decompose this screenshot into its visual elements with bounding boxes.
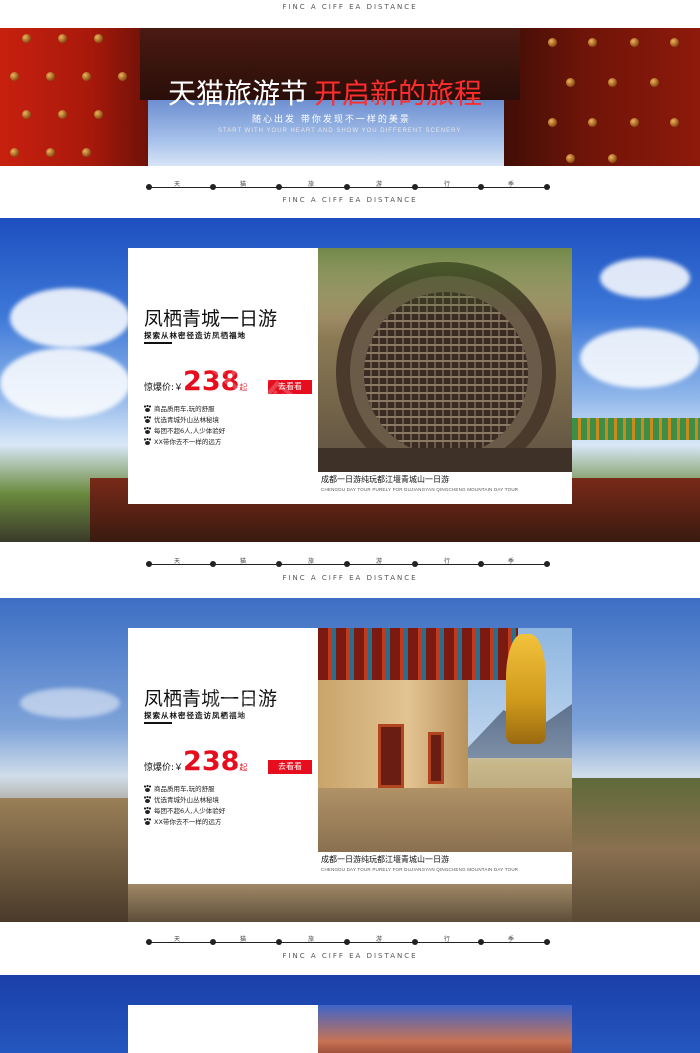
divider-label: 行 (444, 558, 451, 565)
go-see-button[interactable]: 去看看 (268, 380, 312, 394)
divider-tagline: FINC A CIFF EA DISTANCE (282, 952, 418, 960)
feature-item: 每团不超6人,人少体验好 (144, 806, 225, 817)
divider-label: 季 (508, 936, 515, 943)
price-row: 惊爆价:￥238起 (144, 746, 247, 777)
divider-label: 游 (376, 936, 383, 943)
paw-icon (144, 416, 151, 423)
product-title: 凤栖青城一日游 (144, 308, 278, 330)
paw-icon (144, 818, 151, 825)
feature-list: 商品质用车,玩的舒服 优选青城外山丛林秘境 每团不超6人,人少体验好 XX带你去… (144, 784, 225, 828)
price-value: 238 (183, 746, 240, 777)
price-suffix: 起 (239, 383, 248, 392)
product-subtitle: 探索从林密径造访凤栖福地 (144, 711, 246, 720)
divider-label: 天 (174, 936, 181, 943)
price-value: 238 (183, 366, 240, 397)
divider-tagline: FINC A CIFF EA DISTANCE (282, 574, 418, 582)
feature-item: 优选青城外山丛林秘境 (144, 415, 225, 426)
product-section-3 (0, 975, 700, 1053)
section-divider: 天 猫 旅 游 行 季 (146, 936, 550, 948)
photo-caption: 成都一日游纯玩都江堰青城山一日游 CHENGDU DAY TOUR PURELY… (318, 854, 572, 872)
price-label: 惊爆价:￥ (144, 383, 184, 393)
caption-cn: 成都一日游纯玩都江堰青城山一日游 (321, 855, 449, 864)
feature-item: 商品质用车,玩的舒服 (144, 784, 225, 795)
divider-label: 季 (508, 181, 515, 188)
feature-item: XX带你去不一样的远方 (144, 817, 225, 828)
divider-tagline: FINC A CIFF EA DISTANCE (282, 196, 418, 204)
product-subtitle: 探索从林密径造访凤栖福地 (144, 331, 246, 340)
caption-cn: 成都一日游纯玩都江堰青城山一日游 (321, 475, 449, 484)
caption-en: CHENGDU DAY TOUR PURELY FOR DUJIANGYAN Q… (321, 487, 519, 492)
paw-icon (144, 796, 151, 803)
title-underline (144, 722, 172, 724)
section-divider: 天 猫 旅 游 行 季 (146, 558, 550, 570)
product-photo-3[interactable] (318, 1005, 572, 1053)
paw-icon (144, 807, 151, 814)
feature-item: XX带你去不一样的远方 (144, 437, 225, 448)
product-card-2: 凤栖青城一日游 探索从林密径造访凤栖福地 惊爆价:￥238起 去看看 商品质用车… (128, 628, 572, 884)
hero-door-right (500, 28, 700, 166)
divider-label: 猫 (240, 181, 247, 188)
product-photo-temple[interactable] (318, 628, 572, 852)
hero-title-part2: 开启新的旅程 (314, 77, 483, 110)
paw-icon (144, 405, 151, 412)
hero-title-part1: 天猫旅游节 (168, 77, 309, 110)
hero-subtitle: 随心出发 带你发现不一样的美景 (252, 115, 411, 125)
divider-label: 旅 (308, 936, 315, 943)
paw-icon (144, 438, 151, 445)
divider-label: 游 (376, 558, 383, 565)
feature-list: 商品质用车,玩的舒服 优选青城外山丛林秘境 每团不超6人,人少体验好 XX带你去… (144, 404, 225, 448)
hero-english: START WITH YOUR HEART AND SHOW YOU DIFFE… (218, 128, 462, 134)
divider-label: 行 (444, 936, 451, 943)
divider-label: 天 (174, 558, 181, 565)
feature-item: 每团不超6人,人少体验好 (144, 426, 225, 437)
price-suffix: 起 (239, 763, 248, 772)
divider-label: 旅 (308, 558, 315, 565)
product-photo-moon-gate[interactable] (318, 248, 572, 472)
hero-door-left (0, 28, 150, 166)
divider-label: 猫 (240, 936, 247, 943)
go-see-button[interactable]: 去看看 (268, 760, 312, 774)
divider-label: 旅 (308, 181, 315, 188)
price-label: 惊爆价:￥ (144, 763, 184, 773)
feature-item: 优选青城外山丛林秘境 (144, 795, 225, 806)
divider-label: 猫 (240, 558, 247, 565)
paw-icon (144, 785, 151, 792)
product-card-1: 凤栖青城一日游 探索从林密径造访凤栖福地 惊爆价:￥238起 去看看 商品质用车… (128, 248, 572, 504)
price-row: 惊爆价:￥238起 (144, 366, 247, 397)
feature-item: 商品质用车,玩的舒服 (144, 404, 225, 415)
hero-title: 天猫旅游节 开启新的旅程 (168, 72, 482, 112)
product-section-1: 凤栖青城一日游 探索从林密径造访凤栖福地 惊爆价:￥238起 去看看 商品质用车… (0, 218, 700, 542)
top-tagline: FINC A CIFF EA DISTANCE (282, 3, 418, 11)
product-section-2: 凤栖青城一日游 探索从林密径造访凤栖福地 惊爆价:￥238起 去看看 商品质用车… (0, 598, 700, 922)
paw-icon (144, 427, 151, 434)
caption-en: CHENGDU DAY TOUR PURELY FOR DUJIANGYAN Q… (321, 867, 519, 872)
divider-label: 游 (376, 181, 383, 188)
photo-caption: 成都一日游纯玩都江堰青城山一日游 CHENGDU DAY TOUR PURELY… (318, 474, 572, 492)
title-underline (144, 342, 172, 344)
divider-label: 行 (444, 181, 451, 188)
product-title: 凤栖青城一日游 (144, 688, 278, 710)
divider-label: 天 (174, 181, 181, 188)
section-divider: 天 猫 旅 游 行 季 (146, 181, 550, 193)
hero-banner: 天猫旅游节 开启新的旅程 随心出发 带你发现不一样的美景 START WITH Y… (0, 28, 700, 166)
divider-label: 季 (508, 558, 515, 565)
